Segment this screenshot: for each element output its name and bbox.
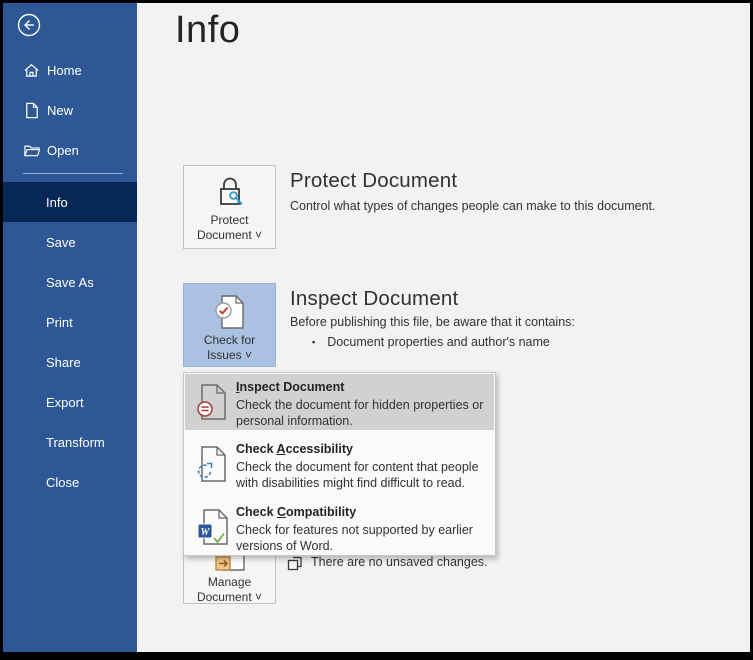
inspect-bullet-item: ▪ Document properties and author's name	[312, 335, 550, 349]
protect-section-heading: Protect Document	[290, 169, 458, 192]
chevron-down-icon: ˅	[255, 590, 263, 604]
sidebar-item-save-as[interactable]: Save As	[3, 262, 137, 302]
sidebar-item-print[interactable]: Print	[3, 302, 137, 342]
protect-button-label-line1: Protect	[210, 213, 249, 227]
sidebar-item-save[interactable]: Save	[3, 222, 137, 262]
sidebar-item-close[interactable]: Close	[3, 462, 137, 502]
sidebar-item-label: Info	[46, 194, 68, 210]
issues-button-label-line1: Check for	[203, 333, 256, 347]
issues-button-label-line2: Issues	[206, 348, 242, 362]
new-document-icon	[23, 102, 40, 119]
chevron-down-icon: ˅	[255, 228, 263, 242]
backstage-sidebar: Home New Open Info Save Save As Print Sh…	[3, 3, 137, 652]
unsaved-changes-row: There are no unsaved changes.	[287, 555, 488, 577]
unsaved-changes-text: There are no unsaved changes.	[311, 555, 488, 569]
sidebar-item-label: Close	[46, 474, 80, 490]
menu-item-title: Check Compatibility	[236, 505, 357, 519]
manage-button-label-line1: Manage	[207, 575, 252, 589]
sidebar-item-label: Home	[47, 62, 82, 78]
sidebar-item-label: Export	[46, 394, 84, 410]
sidebar-item-transform[interactable]: Transform	[3, 422, 137, 462]
back-arrow-icon	[17, 13, 41, 37]
sidebar-item-share[interactable]: Share	[3, 342, 137, 382]
menu-item-title: Inspect Document	[236, 380, 345, 394]
bullet-icon: ▪	[312, 337, 316, 347]
menu-item-description: Check for features not supported by earl…	[236, 523, 473, 553]
home-icon	[23, 62, 40, 79]
chevron-down-icon: ˅	[245, 348, 253, 362]
menu-item-description: Check the document for content that peop…	[236, 460, 479, 490]
inspect-document-icon	[196, 383, 230, 426]
app-window: Home New Open Info Save Save As Print Sh…	[0, 0, 753, 660]
menu-item-title: Check Accessibility	[236, 442, 353, 456]
check-for-issues-menu: Inspect Document Check the document for …	[183, 372, 496, 556]
check-for-issues-button[interactable]: Check for Issues ˅	[183, 283, 276, 367]
sidebar-item-label: Save	[46, 234, 76, 250]
manage-button-label-line2: Document	[196, 590, 252, 604]
svg-text:W: W	[201, 527, 211, 538]
sidebar-item-label: Save As	[46, 274, 94, 290]
inspect-section-heading: Inspect Document	[290, 287, 459, 310]
back-button[interactable]	[16, 12, 42, 38]
open-folder-icon	[23, 142, 40, 159]
sidebar-item-label: Print	[46, 314, 73, 330]
menu-item-description: Check the document for hidden properties…	[236, 398, 484, 428]
page-title: Info	[175, 9, 241, 51]
sidebar-divider	[23, 173, 123, 174]
lock-key-icon	[219, 177, 243, 206]
info-pane: Info Protect Document ˅ Protect Document…	[137, 3, 750, 652]
sidebar-item-new[interactable]: New	[3, 90, 137, 130]
protect-button-label-line2: Document	[196, 228, 252, 242]
sidebar-item-label: New	[47, 102, 74, 118]
sidebar-item-label: Share	[46, 354, 81, 370]
check-for-issues-icon	[214, 295, 244, 329]
menu-item-check-accessibility[interactable]: Check Accessibility Check the document f…	[185, 436, 494, 492]
menu-item-inspect-document[interactable]: Inspect Document Check the document for …	[185, 374, 494, 430]
sidebar-item-info[interactable]: Info	[3, 182, 137, 222]
inspect-bullet-text: Document properties and author's name	[327, 335, 550, 349]
protect-document-button[interactable]: Protect Document ˅	[183, 165, 276, 249]
sidebar-item-label: Transform	[46, 434, 105, 450]
check-accessibility-icon	[196, 445, 230, 488]
sidebar-item-open[interactable]: Open	[3, 130, 137, 170]
sidebar-item-export[interactable]: Export	[3, 382, 137, 422]
protect-section-description: Control what types of changes people can…	[290, 199, 656, 213]
sidebar-item-home[interactable]: Home	[3, 50, 137, 90]
menu-item-check-compatibility[interactable]: W Check Compatibility Check for features…	[185, 499, 494, 555]
check-compatibility-icon: W	[196, 508, 230, 551]
inspect-section-description: Before publishing this file, be aware th…	[290, 315, 575, 329]
document-versions-icon	[287, 556, 303, 577]
sidebar-item-label: Open	[47, 142, 79, 158]
